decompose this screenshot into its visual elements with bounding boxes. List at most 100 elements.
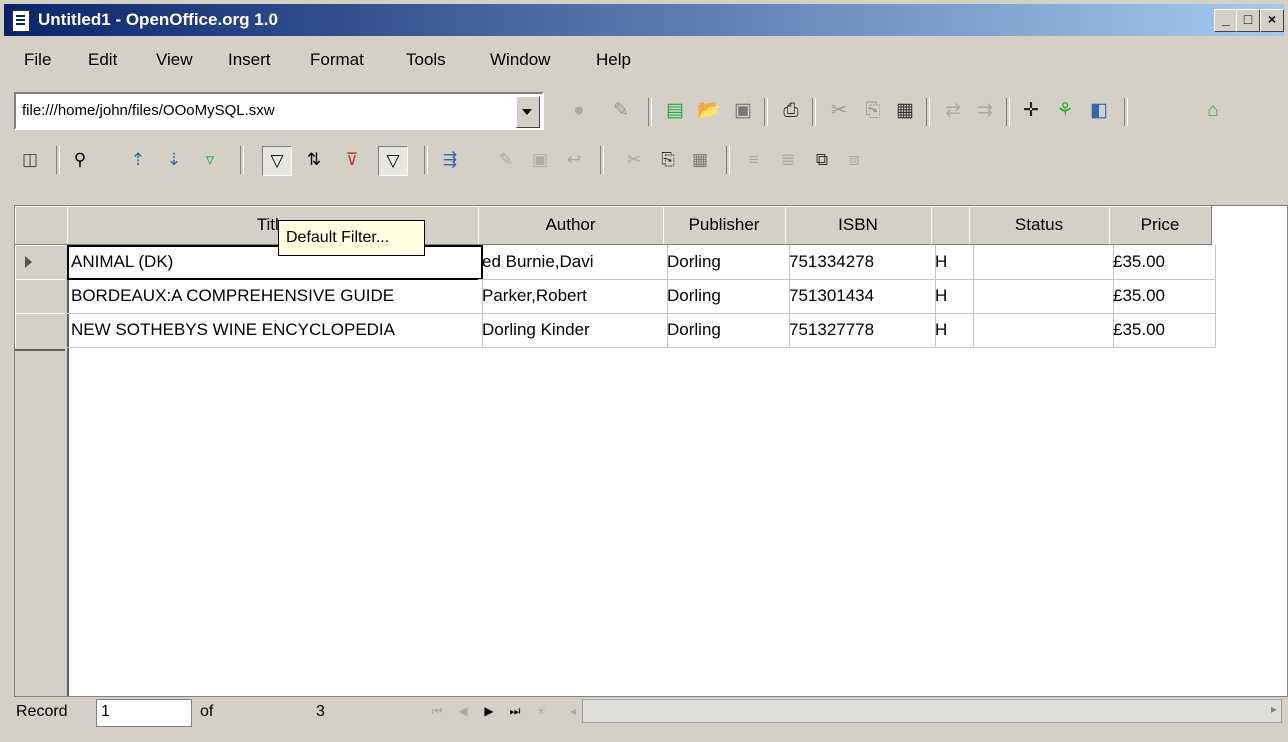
column-header-binding[interactable] — [931, 206, 970, 245]
menu-view[interactable]: View — [156, 50, 193, 70]
cell-publisher[interactable]: Dorling — [663, 279, 790, 314]
row-header[interactable] — [15, 279, 65, 314]
record-total-count: 3 — [316, 703, 325, 720]
copy-icon[interactable]: ⎘ — [654, 146, 682, 174]
cut-icon[interactable]: ✂ — [620, 146, 648, 174]
column-header-price[interactable]: Price — [1109, 206, 1212, 245]
cell-status[interactable] — [969, 245, 1114, 280]
menu-tools[interactable]: Tools — [406, 50, 446, 70]
insert-row-icon[interactable]: ≡ — [740, 146, 768, 174]
menu-help[interactable]: Help — [596, 50, 631, 70]
find-binoculars-icon[interactable]: ⚲ — [66, 146, 94, 174]
corner-header — [15, 206, 68, 245]
explorer-icon[interactable]: ◫ — [16, 146, 44, 174]
redo-icon[interactable]: ⇉ — [972, 98, 998, 124]
data-sources-icon[interactable]: ◧ — [1086, 98, 1112, 124]
paste-icon[interactable]: ▦ — [892, 98, 918, 124]
print-icon[interactable]: ⎙ — [778, 98, 804, 124]
data-grid: Title Author Publisher ISBN Status Price… — [14, 205, 1288, 697]
cell-author[interactable]: Dorling Kinder — [478, 313, 668, 348]
cell-price[interactable]: £35.00 — [1109, 313, 1216, 348]
delete-row-icon[interactable]: ≣ — [774, 146, 802, 174]
chevron-down-icon[interactable] — [516, 96, 540, 128]
row-header[interactable] — [15, 245, 65, 280]
cell-author[interactable]: Parker,Robert — [478, 279, 668, 314]
undo-record-icon[interactable]: ↩ — [560, 146, 588, 174]
menu-edit[interactable]: Edit — [88, 50, 117, 70]
cell-title[interactable]: NEW SOTHEBYS WINE ENCYCLOPEDIA — [67, 313, 483, 348]
new-document-icon[interactable]: ▤ — [662, 98, 688, 124]
close-button[interactable]: × — [1260, 9, 1284, 32]
cell-price[interactable]: £35.00 — [1109, 279, 1216, 314]
cell-isbn[interactable]: 751327778 — [785, 313, 936, 348]
first-record-icon[interactable]: ⏮ — [426, 700, 448, 722]
cell-price[interactable]: £35.00 — [1109, 245, 1216, 280]
new-record-icon[interactable]: ✳ — [530, 700, 552, 722]
record-number-input[interactable]: 1 — [96, 699, 192, 727]
remove-filter-icon[interactable]: ⊽ — [338, 146, 366, 174]
edit-data-icon[interactable]: ✎ — [492, 146, 520, 174]
url-combobox[interactable]: file:///home/john/files/OOoMySQL.sxw — [14, 92, 544, 130]
scroll-left-icon[interactable]: ◂ — [562, 700, 584, 722]
column-header-status[interactable]: Status — [969, 206, 1110, 245]
apply-filter-button[interactable]: ▽ — [378, 146, 408, 176]
minimize-button[interactable]: _ — [1214, 9, 1238, 32]
menu-window[interactable]: Window — [490, 50, 550, 70]
data-to-text-icon[interactable]: ⇶ — [436, 146, 464, 174]
sort-icon[interactable]: ⇅ — [300, 146, 328, 174]
column-header-publisher[interactable]: Publisher — [663, 206, 786, 245]
cell-status[interactable] — [969, 279, 1114, 314]
cell-binding[interactable]: H — [931, 279, 974, 314]
cell-publisher[interactable]: Dorling — [663, 245, 790, 280]
previous-record-icon[interactable]: ◀ — [452, 700, 474, 722]
open-folder-icon[interactable]: 📂 — [696, 98, 722, 124]
toolbar-separator — [764, 98, 768, 126]
record-label: Record — [16, 703, 68, 720]
toolbar-separator — [56, 146, 60, 174]
maximize-button[interactable]: □ — [1236, 9, 1260, 32]
stop-loading-icon[interactable]: ● — [566, 98, 592, 124]
properties-icon[interactable]: ⧈ — [840, 146, 868, 174]
cell-author[interactable]: ed Burnie,Davi — [478, 245, 668, 280]
sort-ascending-icon[interactable]: ⇡ — [124, 146, 152, 174]
form-design-icon[interactable]: ⧉ — [808, 146, 836, 174]
gallery-icon[interactable]: ⌂ — [1200, 98, 1226, 124]
cell-binding[interactable]: H — [931, 245, 974, 280]
undo-icon[interactable]: ⇄ — [940, 98, 966, 124]
horizontal-scrollbar[interactable]: ▸ — [582, 699, 1282, 723]
column-header-isbn[interactable]: ISBN — [785, 206, 932, 245]
toolbar-separator — [648, 98, 652, 126]
tooltip-default-filter: Default Filter... — [278, 220, 425, 256]
cell-status[interactable] — [969, 313, 1114, 348]
menu-file[interactable]: File — [24, 50, 51, 70]
toolbar-separator — [424, 146, 428, 174]
cell-binding[interactable]: H — [931, 313, 974, 348]
sort-descending-icon[interactable]: ⇣ — [160, 146, 188, 174]
default-filter-button[interactable]: ▽ — [262, 146, 292, 176]
toolbar-separator — [726, 146, 730, 174]
toolbar-separator — [600, 146, 604, 174]
menu-insert[interactable]: Insert — [228, 50, 271, 70]
cell-isbn[interactable]: 751301434 — [785, 279, 936, 314]
paste-icon[interactable]: ▦ — [686, 146, 714, 174]
stylist-icon[interactable]: ⚘ — [1052, 98, 1078, 124]
cell-isbn[interactable]: 751334278 — [785, 245, 936, 280]
edit-file-icon[interactable]: ✎ — [608, 98, 634, 124]
save-icon[interactable]: ▣ — [730, 98, 756, 124]
save-record-icon[interactable]: ▣ — [526, 146, 554, 174]
copy-icon[interactable]: ⎘ — [860, 98, 886, 124]
scroll-right-icon[interactable]: ▸ — [1271, 702, 1277, 716]
next-record-icon[interactable]: ▶ — [478, 700, 500, 722]
toolbar-separator — [812, 98, 816, 126]
window-title: Untitled1 - OpenOffice.org 1.0 — [38, 10, 278, 29]
menu-format[interactable]: Format — [310, 50, 364, 70]
autofilter-icon[interactable]: ▿ — [196, 146, 224, 174]
cell-title[interactable]: BORDEAUX:A COMPREHENSIVE GUIDE — [67, 279, 483, 314]
navigator-icon[interactable]: ✛ — [1018, 98, 1044, 124]
last-record-icon[interactable]: ⏭ — [504, 700, 526, 722]
cell-publisher[interactable]: Dorling — [663, 313, 790, 348]
row-header[interactable] — [15, 313, 65, 348]
url-input[interactable]: file:///home/john/files/OOoMySQL.sxw — [22, 102, 275, 119]
cut-icon[interactable]: ✂ — [826, 98, 852, 124]
column-header-author[interactable]: Author — [478, 206, 664, 245]
